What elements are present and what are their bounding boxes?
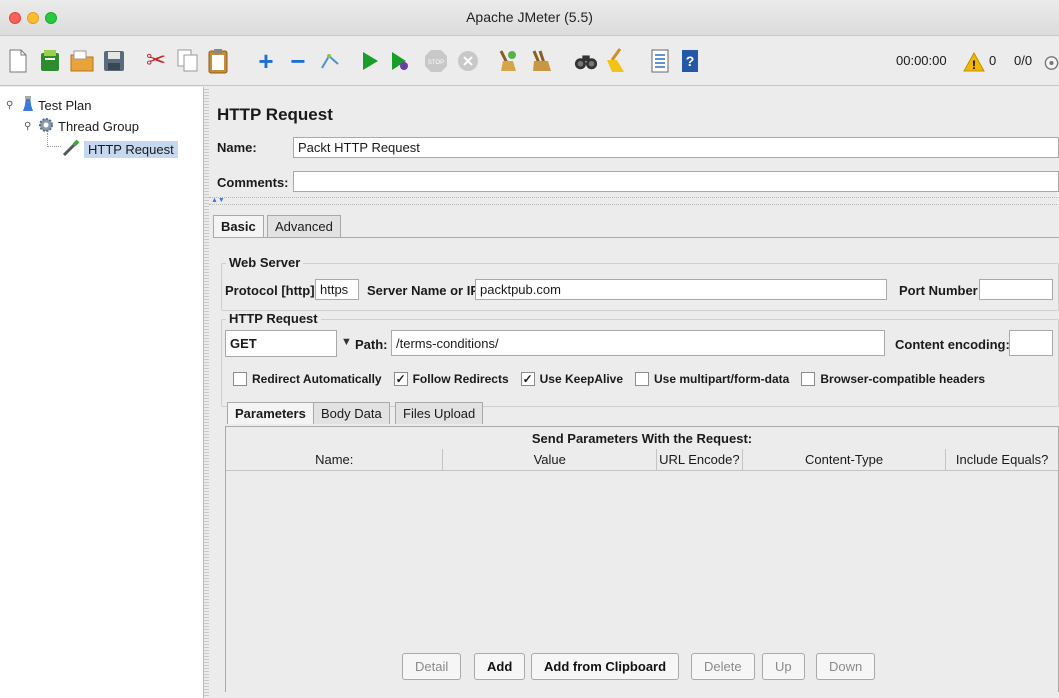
comments-field[interactable] <box>293 171 1059 192</box>
up-button[interactable]: Up <box>762 653 805 680</box>
column-header-name[interactable]: Name: <box>226 449 444 471</box>
page-title: HTTP Request <box>217 105 333 124</box>
clear-all-icon[interactable] <box>530 48 554 74</box>
tab-files-upload[interactable]: Files Upload <box>395 402 484 424</box>
down-button[interactable]: Down <box>816 653 876 680</box>
checkbox-label: Use multipart/form-data <box>654 372 790 386</box>
tree-item-label: Test Plan <box>38 98 92 113</box>
path-field[interactable]: /terms-conditions/ <box>391 330 885 356</box>
name-label: Name: <box>217 140 257 155</box>
start-icon[interactable] <box>358 48 382 74</box>
function-helper-icon[interactable] <box>648 48 672 74</box>
elapsed-timer: 00:00:00 <box>896 53 947 68</box>
use-keepalive-checkbox[interactable]: ✓ Use KeepAlive <box>520 372 623 386</box>
reset-search-icon[interactable] <box>604 48 628 74</box>
server-name-field[interactable]: packtpub.com <box>475 279 887 300</box>
tree-expand-handle-icon[interactable]: ⚲ <box>6 100 18 111</box>
svg-text:!: ! <box>972 58 976 72</box>
port-number-field[interactable] <box>979 279 1053 300</box>
save-icon[interactable] <box>102 48 126 74</box>
log-viewer-icon[interactable] <box>1044 50 1059 76</box>
collapse-icon[interactable]: − <box>286 48 310 74</box>
checkbox-label: Use KeepAlive <box>539 372 623 386</box>
help-icon[interactable]: ? <box>678 48 702 74</box>
http-request-title: HTTP Request <box>226 311 321 326</box>
tree-expand-handle-icon[interactable]: ⚲ <box>24 121 36 132</box>
toggle-icon[interactable] <box>318 48 342 74</box>
options-checkbox-row: Redirect Automatically ✓ Follow Redirect… <box>233 372 997 386</box>
test-plan-tree: ⚲ Test Plan ⚲ Thread Group HTTP Request <box>0 87 204 698</box>
port-number-label: Port Number: <box>899 283 983 298</box>
checkbox-box[interactable]: ✓ <box>520 372 535 386</box>
follow-redirects-checkbox[interactable]: ✓ Follow Redirects <box>393 372 509 386</box>
column-header-url-encode[interactable]: URL Encode? <box>657 449 743 471</box>
checkbox-box[interactable]: ✓ <box>393 372 408 386</box>
name-field[interactable]: Packt HTTP Request <box>293 137 1059 158</box>
checkbox-box[interactable] <box>233 372 247 386</box>
shutdown-icon[interactable] <box>456 48 480 74</box>
tree-item-label: Thread Group <box>58 119 139 134</box>
tree-item-thread-group[interactable]: ⚲ Thread Group <box>24 117 139 136</box>
thread-counts: 0/0 <box>1014 53 1033 68</box>
tree-item-label: HTTP Request <box>84 141 178 158</box>
open-icon[interactable] <box>70 48 94 74</box>
add-button[interactable]: Add <box>474 653 526 680</box>
tab-body-data[interactable]: Body Data <box>313 402 390 424</box>
new-icon[interactable] <box>6 48 30 74</box>
content-encoding-field[interactable] <box>1009 330 1053 356</box>
paste-icon[interactable] <box>206 48 230 74</box>
column-header-content-type[interactable]: Content-Type <box>743 449 947 471</box>
browser-compatible-headers-checkbox[interactable]: Browser-compatible headers <box>801 372 985 386</box>
tree-connector <box>47 133 61 147</box>
checkbox-label: Browser-compatible headers <box>820 372 986 386</box>
delete-button[interactable]: Delete <box>691 653 755 680</box>
column-header-value[interactable]: Value <box>443 449 657 471</box>
title-bar: Apache JMeter (5.5) <box>0 0 1059 36</box>
server-name-label: Server Name or IP: <box>367 283 484 298</box>
toolbar: ✂ + − STOP ? 00:00:00 ! 0 0/0 <box>0 36 1059 86</box>
use-multipart-checkbox[interactable]: Use multipart/form-data <box>635 372 789 386</box>
svg-text:STOP: STOP <box>428 60 444 66</box>
start-no-pauses-icon[interactable] <box>388 48 412 74</box>
copy-icon[interactable] <box>176 48 200 74</box>
templates-icon[interactable] <box>38 48 62 74</box>
protocol-label: Protocol [http]: <box>225 283 319 298</box>
checkbox-label: Follow Redirects <box>412 372 509 386</box>
window-title: Apache JMeter (5.5) <box>466 9 593 25</box>
warning-icon[interactable]: ! <box>962 49 986 75</box>
cut-icon[interactable]: ✂ <box>144 48 168 74</box>
add-from-clipboard-button[interactable]: Add from Clipboard <box>531 653 680 680</box>
clear-icon[interactable] <box>496 48 520 74</box>
detail-button[interactable]: Detail <box>402 653 462 680</box>
protocol-field[interactable]: https <box>315 279 359 300</box>
checkbox-label: Redirect Automatically <box>252 372 382 386</box>
search-icon[interactable] <box>574 48 598 74</box>
table-header-row: Name: Value URL Encode? Content-Type Inc… <box>226 449 1058 471</box>
comments-label: Comments: <box>217 175 289 190</box>
chevron-down-icon[interactable]: ▼ <box>341 336 352 348</box>
pipette-icon <box>62 139 80 160</box>
path-label: Path: <box>355 337 388 352</box>
checkbox-box[interactable] <box>801 372 816 386</box>
expand-icon[interactable]: + <box>254 48 278 74</box>
method-select[interactable]: GET <box>225 330 337 357</box>
tree-item-http-request[interactable]: HTTP Request <box>62 139 178 160</box>
stop-icon[interactable]: STOP <box>424 48 448 74</box>
content-encoding-label: Content encoding: <box>895 337 1010 352</box>
http-request-panel: HTTP Request Name: Packt HTTP Request Co… <box>209 87 1059 698</box>
tab-parameters[interactable]: Parameters <box>227 402 314 424</box>
web-server-title: Web Server <box>226 255 304 270</box>
parameters-heading: Send Parameters With the Request: <box>531 431 753 446</box>
redirect-automatically-checkbox[interactable]: Redirect Automatically <box>233 372 382 386</box>
tab-advanced[interactable]: Advanced <box>267 215 341 237</box>
svg-text:?: ? <box>686 53 695 69</box>
warning-count: 0 <box>989 53 997 68</box>
collapse-divider[interactable]: ▲▼ <box>209 197 1059 205</box>
checkbox-box[interactable] <box>635 372 649 386</box>
test-plan-icon <box>22 95 34 116</box>
column-header-include-equals[interactable]: Include Equals? <box>946 449 1058 471</box>
tab-basic[interactable]: Basic <box>213 215 264 237</box>
tree-item-test-plan[interactable]: ⚲ Test Plan <box>6 95 91 116</box>
